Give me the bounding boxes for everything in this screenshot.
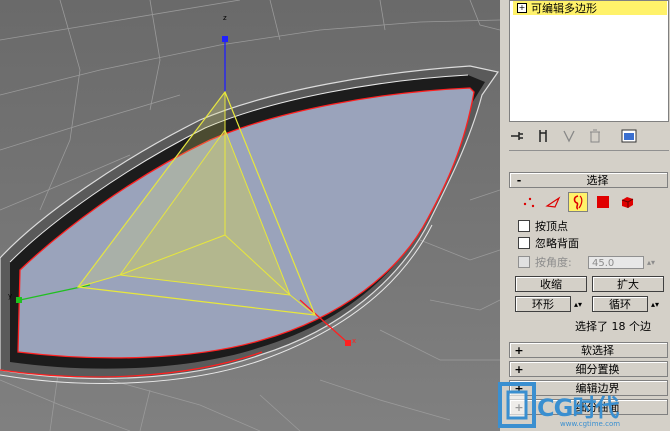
pin-stack-icon[interactable] [509, 128, 525, 144]
expand-toggle: + [514, 362, 524, 376]
make-unique-icon[interactable] [561, 128, 577, 144]
loop-label: 循环 [609, 298, 631, 311]
selection-status: 选择了 18 个边 [575, 320, 651, 333]
ring-label: 环形 [532, 298, 554, 311]
by-angle-spinner[interactable]: ▴▾ [646, 256, 656, 269]
border-icon[interactable] [568, 192, 588, 212]
ring-button[interactable]: 环形 [515, 296, 571, 312]
element-icon[interactable] [618, 193, 636, 211]
axis-label-z: z [223, 14, 227, 22]
grow-button[interactable]: 扩大 [592, 276, 664, 292]
collapse-toggle: - [516, 173, 522, 187]
ignore-backfacing-label: 忽略背面 [535, 237, 579, 250]
subobject-level-icons [520, 191, 660, 213]
soft-selection-rollout-header[interactable]: + 软选择 [509, 342, 668, 358]
axis-label-y: y [8, 292, 13, 300]
by-angle-label: 按角度: [535, 256, 572, 269]
by-vertex-label: 按顶点 [535, 220, 568, 233]
ignore-backfacing-checkbox[interactable]: 忽略背面 [518, 235, 579, 251]
subdivision-displacement-rollout-header[interactable]: + 细分置换 [509, 361, 668, 377]
ring-spinner[interactable]: ▴▾ [572, 296, 584, 312]
grow-label: 扩大 [617, 278, 639, 291]
remove-modifier-icon[interactable] [587, 128, 603, 144]
by-angle-checkbox[interactable]: 按角度: [518, 254, 572, 270]
by-vertex-checkbox[interactable]: 按顶点 [518, 218, 568, 234]
watermark-text: CG时代 [537, 394, 619, 422]
polygon-icon[interactable] [594, 193, 612, 211]
viewport-perspective[interactable]: z x y [0, 0, 500, 431]
modifier-stack-item-label: 可编辑多边形 [531, 2, 597, 15]
viewport-scene [0, 0, 500, 431]
modifier-stack-toolbar [509, 126, 669, 146]
axis-label-x: x [352, 337, 357, 345]
vertex-icon[interactable] [520, 193, 538, 211]
rollout-title: 软选择 [581, 344, 614, 357]
expand-toggle: + [514, 343, 524, 357]
selection-rollout-header[interactable]: - 选择 [509, 172, 668, 188]
watermark-subtext: www.cgtime.com [560, 420, 621, 428]
modifier-stack-item[interactable]: + 可编辑多边形 [513, 1, 667, 15]
rollout-title: 选择 [586, 174, 609, 187]
configure-modifier-sets-icon[interactable] [621, 128, 637, 144]
loop-button[interactable]: 循环 [592, 296, 648, 312]
loop-spinner[interactable]: ▴▾ [649, 296, 661, 312]
by-angle-input[interactable]: 45.0 [588, 256, 644, 269]
modifier-stack-list[interactable]: + 可编辑多边形 [509, 0, 669, 122]
show-end-result-icon[interactable] [535, 128, 551, 144]
separator [509, 150, 669, 151]
shrink-button[interactable]: 收缩 [515, 276, 587, 292]
expand-icon[interactable]: + [517, 3, 527, 13]
edge-icon[interactable] [544, 193, 562, 211]
shrink-label: 收缩 [540, 278, 562, 291]
rollout-title: 细分置换 [575, 363, 620, 376]
